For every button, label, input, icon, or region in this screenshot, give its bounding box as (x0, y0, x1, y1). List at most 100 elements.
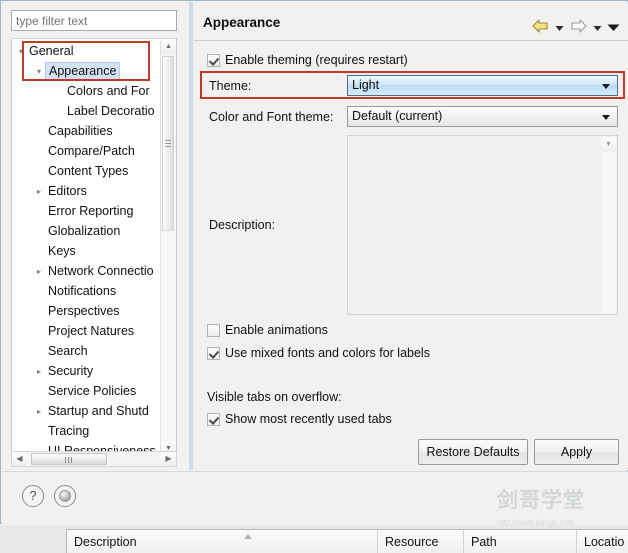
tree-item-label: Service Policies (48, 384, 137, 398)
table-header-row: Description Resource Path Locatio (66, 529, 628, 553)
preferences-dialog: ▾General▾AppearanceColors and ForLabel D… (0, 0, 628, 525)
use-mixed-fonts-checkbox[interactable] (207, 347, 220, 360)
tree-item-label: Project Natures (48, 324, 135, 338)
tree-item-label: Content Types (48, 164, 129, 178)
back-arrow-icon[interactable] (531, 18, 550, 37)
tree-item-label: Perspectives (48, 304, 120, 318)
tree-item-label: Colors and For (67, 84, 150, 98)
filter-input[interactable] (11, 10, 177, 31)
chevron-down-icon (602, 83, 610, 89)
tree-item-label: Capabilities (48, 124, 113, 138)
tree-item-project-natures[interactable]: Project Natures (12, 321, 162, 341)
view-menu-dropdown-icon[interactable] (607, 21, 620, 35)
collapsed-arrow-icon[interactable]: ▸ (34, 181, 44, 201)
tree-item-label: Appearance (45, 62, 121, 81)
preferences-tree[interactable]: ▾ General ▾ Appearance Colors and For Label D… (11, 38, 177, 457)
tree-item-label-decoratio[interactable]: Label Decoratio (12, 101, 162, 121)
tree-item-compare-patch[interactable]: Compare/Patch (12, 141, 162, 161)
tree-item-appearance[interactable]: ▾ Appearance (12, 61, 162, 81)
chevron-down-icon (602, 114, 610, 120)
tree-item-notifications[interactable]: Notifications (12, 281, 162, 301)
tree-horizontal-scroll-thumb[interactable] (31, 453, 107, 465)
scroll-down-icon[interactable]: ▼ (601, 137, 616, 152)
tree-item-label: Search (48, 344, 88, 358)
tree-vertical-scrollbar[interactable]: ▲ ▼ (160, 39, 176, 456)
enable-animations-checkbox[interactable] (207, 324, 220, 337)
scroll-right-icon[interactable]: ▶ (161, 452, 176, 466)
title-separator (194, 40, 628, 41)
screen: Description Resource Path Locatio ▾Gener… (0, 0, 628, 553)
tree-item-label: Keys (48, 244, 76, 258)
tree-item-error-reporting[interactable]: Error Reporting (12, 201, 162, 221)
description-label: Description: (209, 218, 275, 232)
tree-item-label: Label Decoratio (67, 104, 155, 118)
preferences-tree-pane: ▾General▾AppearanceColors and ForLabel D… (2, 2, 189, 470)
tree-item-capabilities[interactable]: Capabilities (12, 121, 162, 141)
theme-selected-value: Light (352, 78, 380, 92)
background-problems-table: Description Resource Path Locatio (0, 524, 628, 553)
tree-item-label: Editors (48, 184, 87, 198)
tree-item-search[interactable]: Search (12, 341, 162, 361)
enable-theming-label: Enable theming (requires restart) (225, 53, 408, 67)
expanded-arrow-icon[interactable]: ▾ (16, 41, 26, 61)
tree-item-perspectives[interactable]: Perspectives (12, 301, 162, 321)
appearance-preference-page: Appearance Enable theming (requires rest… (194, 2, 628, 470)
table-header-resource[interactable]: Resource (378, 530, 464, 553)
theme-label: Theme: (209, 79, 252, 93)
tree-vertical-scroll-thumb[interactable] (162, 56, 174, 231)
pane-splitter[interactable] (189, 2, 193, 470)
description-vertical-scrollbar[interactable]: ▲ ▼ (601, 137, 616, 313)
table-header-location[interactable]: Locatio (577, 530, 628, 553)
show-mru-tabs-checkbox[interactable] (207, 413, 220, 426)
forward-dropdown-icon[interactable] (593, 21, 602, 35)
help-icon[interactable]: ? (22, 485, 44, 507)
scroll-left-icon[interactable]: ◀ (12, 452, 27, 466)
restore-defaults-button[interactable]: Restore Defaults (418, 439, 528, 465)
enable-theming-checkbox[interactable] (207, 54, 220, 67)
apply-button[interactable]: Apply (534, 439, 619, 465)
sort-indicator-icon (244, 534, 252, 539)
color-font-theme-selected-value: Default (current) (352, 109, 443, 123)
tree-horizontal-scrollbar[interactable]: ◀ ▶ (11, 451, 177, 467)
tree-item-label: Startup and Shutd (48, 404, 149, 418)
scroll-grip-icon (165, 139, 171, 148)
table-header-description[interactable]: Description (67, 530, 378, 553)
tree-item-keys[interactable]: Keys (12, 241, 162, 261)
tree-item-general[interactable]: ▾ General (12, 41, 162, 61)
tree-item-label: Network Connectio (48, 264, 154, 278)
visible-tabs-label: Visible tabs on overflow: (207, 390, 342, 404)
tree-item-list: ▾ General ▾ Appearance Colors and For Label D… (12, 41, 162, 456)
scroll-grip-icon (65, 457, 73, 463)
tree-item-label: Globalization (48, 224, 121, 238)
collapsed-arrow-icon[interactable]: ▸ (34, 261, 44, 281)
reset-settings-icon[interactable] (54, 485, 76, 507)
sphere-glyph (59, 490, 71, 502)
tree-item-content-types[interactable]: Content Types (12, 161, 162, 181)
tree-item-label: Compare/Patch (48, 144, 135, 158)
back-dropdown-icon[interactable] (555, 21, 564, 35)
scroll-up-icon[interactable]: ▲ (161, 39, 176, 54)
page-title: Appearance (203, 15, 281, 30)
collapsed-arrow-icon[interactable]: ▸ (34, 401, 44, 421)
tree-item-security[interactable]: ▸ Security (12, 361, 162, 381)
tree-item-editors[interactable]: ▸ Editors (12, 181, 162, 201)
forward-arrow-icon[interactable] (569, 18, 588, 37)
tree-item-label: Tracing (48, 424, 90, 438)
use-mixed-fonts-label: Use mixed fonts and colors for labels (225, 346, 430, 360)
tree-item-colors-and-for[interactable]: Colors and For (12, 81, 162, 101)
collapsed-arrow-icon[interactable]: ▸ (34, 361, 44, 381)
tree-item-label: Notifications (48, 284, 117, 298)
color-font-theme-label: Color and Font theme: (209, 110, 334, 124)
expanded-arrow-icon[interactable]: ▾ (34, 61, 44, 81)
table-header-path[interactable]: Path (464, 530, 577, 553)
tree-item-label: Security (48, 364, 94, 378)
tree-item-startup-and-shutd[interactable]: ▸ Startup and Shutd (12, 401, 162, 421)
tree-item-service-policies[interactable]: Service Policies (12, 381, 162, 401)
tree-item-network-connectio[interactable]: ▸ Network Connectio (12, 261, 162, 281)
description-textarea[interactable]: ▲ ▼ (347, 135, 618, 315)
color-font-theme-dropdown[interactable]: Default (current) (347, 106, 618, 127)
theme-dropdown[interactable]: Light (347, 75, 618, 96)
tree-item-globalization[interactable]: Globalization (12, 221, 162, 241)
dialog-button-bar: ? Apply and Close Cancel (2, 471, 628, 525)
tree-item-tracing[interactable]: Tracing (12, 421, 162, 441)
